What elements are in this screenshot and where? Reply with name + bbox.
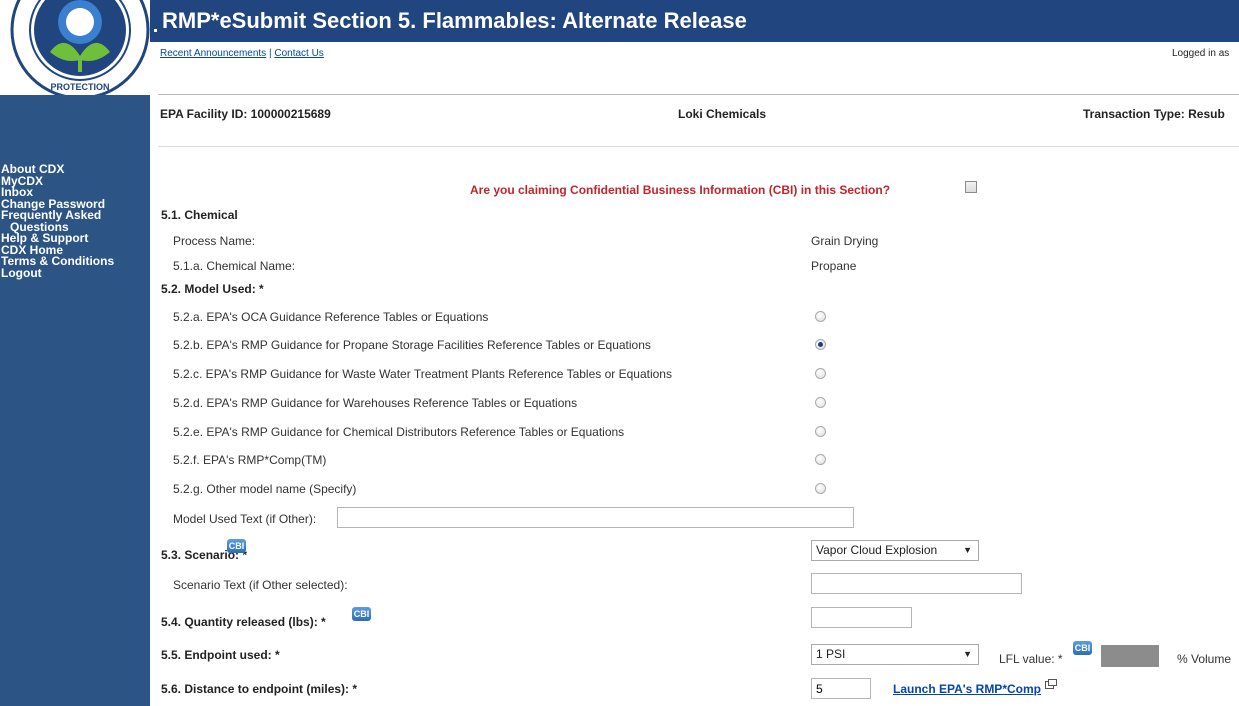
model-option-label: 5.2.g. Other model name (Specify) [173, 482, 357, 496]
contact-us-link[interactable]: Contact Us [274, 48, 323, 59]
epa-logo: PROTECTION [0, 0, 150, 95]
model-option-radio[interactable] [815, 339, 826, 350]
page-root: PROTECTION About CDX MyCDX Inbox Change … [0, 0, 1239, 706]
external-window-icon [1045, 678, 1058, 689]
left-sidebar: PROTECTION About CDX MyCDX Inbox Change … [0, 0, 150, 706]
scenario-select[interactable]: Vapor Cloud Explosion ▼ [811, 540, 979, 561]
lfl-value-label: LFL value: * [999, 652, 1063, 666]
chemical-name-value: Propane [811, 259, 857, 273]
facility-name: Loki Chemicals [678, 107, 767, 121]
transaction-type: Transaction Type: Resub [1083, 107, 1225, 121]
section-5-4-title: 5.4. Quantity released (lbs): * [161, 615, 326, 629]
process-name-label: Process Name: [173, 234, 256, 248]
divider [158, 94, 1239, 95]
header-dot [154, 29, 157, 32]
model-option-label: 5.2.e. EPA's RMP Guidance for Chemical D… [173, 425, 625, 439]
sidebar-nav: About CDX MyCDX Inbox Change Password Fr… [0, 163, 150, 280]
volume-label: % Volume [1177, 652, 1232, 666]
model-option-label: 5.2.f. EPA's RMP*Comp(TM) [173, 453, 327, 467]
epa-seal-icon: PROTECTION [10, 0, 150, 95]
chevron-down-icon: ▼ [963, 545, 972, 555]
logged-in-text: Logged in as [1172, 48, 1230, 59]
divider [158, 146, 1239, 147]
model-option-radio[interactable] [815, 483, 826, 494]
model-option-radio[interactable] [815, 397, 826, 408]
section-5-2-title: 5.2. Model Used: * [161, 282, 264, 296]
cbi-checkbox[interactable] [965, 181, 977, 193]
model-option-radio[interactable] [815, 311, 826, 322]
model-option-label: 5.2.a. EPA's OCA Guidance Reference Tabl… [173, 310, 489, 324]
model-option-label: 5.2.c. EPA's RMP Guidance for Waste Wate… [173, 367, 672, 381]
endpoint-select[interactable]: 1 PSI ▼ [811, 644, 979, 665]
facility-id: EPA Facility ID: 100000215689 [160, 107, 331, 121]
process-name-value: Grain Drying [811, 234, 879, 248]
lfl-value-input [1101, 645, 1159, 667]
distance-input[interactable] [811, 678, 871, 699]
cbi-badge-scenario[interactable]: CBI [227, 539, 246, 553]
model-option-radio[interactable] [815, 426, 826, 437]
launch-rmp-comp[interactable]: Launch EPA's RMP*Comp [893, 679, 1058, 696]
cbi-badge-lfl[interactable]: CBI [1073, 641, 1092, 655]
launch-rmp-comp-link[interactable]: Launch EPA's RMP*Comp [893, 682, 1041, 696]
section-5-1-title: 5.1. Chemical [161, 208, 238, 222]
section-5-5-title: 5.5. Endpoint used: * [161, 648, 280, 662]
model-option-radio[interactable] [815, 454, 826, 465]
recent-announcements-link[interactable]: Recent Announcements [160, 48, 266, 59]
scenario-text-input[interactable] [811, 573, 1022, 594]
cbi-question: Are you claiming Confidential Business I… [470, 183, 891, 197]
page-title: RMP*eSubmit Section 5. Flammables: Alter… [162, 8, 747, 33]
model-option-label: 5.2.b. EPA's RMP Guidance for Propane St… [173, 338, 651, 352]
section-5-6-title: 5.6. Distance to endpoint (miles): * [161, 682, 358, 696]
quantity-input[interactable] [811, 607, 912, 628]
nav-logout[interactable]: Logout [0, 267, 150, 280]
endpoint-select-value: 1 PSI [816, 647, 846, 661]
scenario-text-label: Scenario Text (if Other selected): [173, 578, 348, 592]
chemical-name-label: 5.1.a. Chemical Name: [173, 259, 296, 273]
model-other-text-label: Model Used Text (if Other): [173, 512, 317, 526]
svg-text:PROTECTION: PROTECTION [50, 82, 109, 92]
model-option-radio[interactable] [815, 368, 826, 379]
scenario-select-value: Vapor Cloud Explosion [816, 543, 938, 557]
header-links: Recent Announcements | Contact Us [160, 48, 324, 59]
cbi-badge-quantity[interactable]: CBI [352, 607, 371, 621]
model-option-label: 5.2.d. EPA's RMP Guidance for Warehouses… [173, 396, 578, 410]
model-other-text-input[interactable] [337, 507, 854, 528]
chevron-down-icon: ▼ [963, 649, 972, 659]
